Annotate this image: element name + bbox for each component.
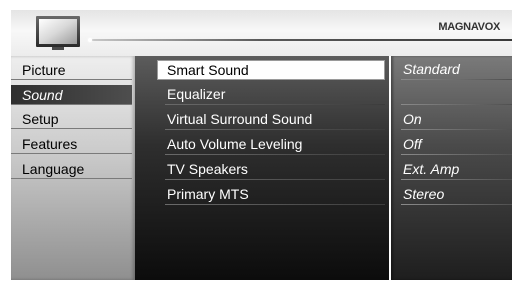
osd-header: MAGNAVOX xyxy=(11,10,512,56)
setting-values: Standard On Off Ext. Amp Stereo xyxy=(391,56,512,280)
menu-item-picture[interactable]: Picture xyxy=(11,60,132,80)
menu-item-sound[interactable]: Sound xyxy=(11,85,132,105)
submenu-item-label: Virtual Surround Sound xyxy=(167,111,313,127)
submenu-item-virtual-surround[interactable]: Virtual Surround Sound xyxy=(157,110,385,130)
menu-item-label: Sound xyxy=(22,87,63,103)
value-tv-speakers[interactable]: Ext. Amp xyxy=(391,160,512,180)
menu-item-label: Picture xyxy=(22,62,66,78)
submenu-item-smart-sound[interactable]: Smart Sound xyxy=(157,60,385,80)
menu-item-features[interactable]: Features xyxy=(11,134,132,154)
menu-item-language[interactable]: Language xyxy=(11,159,132,179)
submenu-item-equalizer[interactable]: Equalizer xyxy=(157,85,385,105)
value-equalizer[interactable] xyxy=(391,85,512,105)
submenu-item-tv-speakers[interactable]: TV Speakers xyxy=(157,160,385,180)
sound-submenu: Smart Sound Equalizer Virtual Surround S… xyxy=(135,56,389,280)
value-auto-volume[interactable]: Off xyxy=(391,135,512,155)
value-primary-mts[interactable]: Stereo xyxy=(391,185,512,205)
header-divider xyxy=(91,39,512,41)
value-virtual-surround[interactable]: On xyxy=(391,110,512,130)
submenu-item-auto-volume[interactable]: Auto Volume Leveling xyxy=(157,135,385,155)
value-smart-sound[interactable]: Standard xyxy=(391,60,512,80)
submenu-item-label: Auto Volume Leveling xyxy=(167,136,303,152)
submenu-item-label: Equalizer xyxy=(167,86,226,102)
submenu-item-primary-mts[interactable]: Primary MTS xyxy=(157,185,385,205)
tv-osd-screen: MAGNAVOX Picture Sound Setup Features La… xyxy=(11,10,512,280)
submenu-item-label: Smart Sound xyxy=(167,62,249,78)
menu-item-label: Features xyxy=(22,136,78,152)
menu-item-label: Language xyxy=(22,161,85,177)
menu-item-setup[interactable]: Setup xyxy=(11,109,132,129)
main-menu: Picture Sound Setup Features Language xyxy=(11,56,135,280)
brand-logo: MAGNAVOX xyxy=(438,21,500,33)
submenu-item-label: Primary MTS xyxy=(167,186,249,202)
tv-icon xyxy=(36,16,80,50)
menu-item-label: Setup xyxy=(22,111,59,127)
header-highlight-dot xyxy=(88,38,92,42)
submenu-item-label: TV Speakers xyxy=(167,161,248,177)
